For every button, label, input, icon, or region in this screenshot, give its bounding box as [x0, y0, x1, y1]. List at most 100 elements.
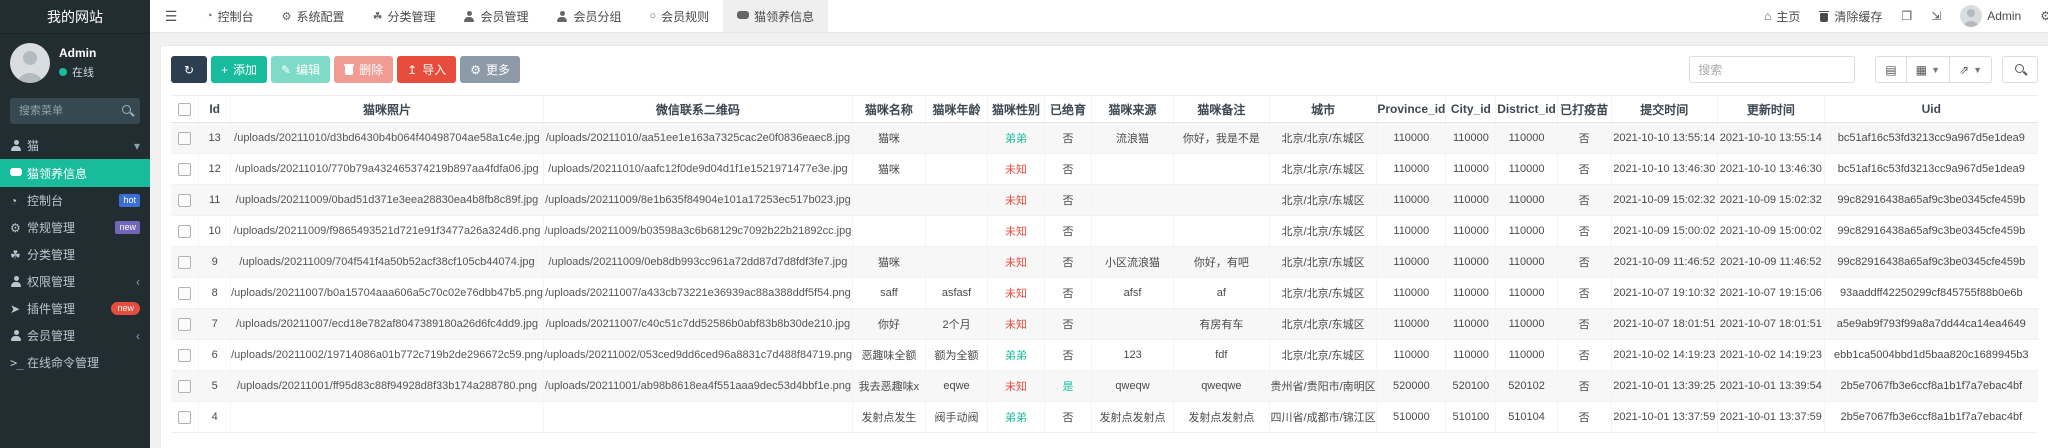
column-header[interactable]: Province_id — [1376, 95, 1446, 123]
comment-icon — [10, 167, 27, 179]
table-row[interactable]: 4 发射点发生 阀手动阀 弟弟否发射点发射点 发射点发射点 四川省/成都市/锦江区 5100… — [171, 401, 2038, 433]
button-label: 编辑 — [296, 63, 321, 77]
users-icon — [10, 140, 27, 151]
home-icon: ⌂ — [1764, 9, 1772, 23]
home-link[interactable]: ⌂ 主页 — [1764, 8, 1800, 25]
cell: 2021-10-10 13:55:14 — [1717, 122, 1825, 154]
column-header[interactable]: 猫咪照片 — [230, 95, 544, 123]
settings-button[interactable]: ⚙ — [2040, 9, 2048, 23]
column-header[interactable]: 猫咪来源 — [1091, 95, 1174, 123]
sidebar-item-label: 在线命令管理 — [27, 356, 100, 370]
user-menu[interactable]: Admin — [1960, 5, 2021, 27]
table-search-input[interactable] — [1689, 56, 1856, 83]
tab-member-rule[interactable]: ○ 会员规则 — [635, 0, 723, 32]
column-header[interactable]: Uid — [1823, 95, 2038, 123]
cell: 110000 — [1495, 122, 1558, 154]
delete-button[interactable]: 删除 — [334, 56, 394, 83]
document-icon: ❐ — [1901, 9, 1913, 23]
cell: 110000 — [1445, 153, 1496, 185]
cell: 5 — [198, 370, 231, 402]
table-row[interactable]: 10/uploads/20211009/f9865493521d721e91f3… — [171, 215, 2038, 247]
sidebar-item-auth[interactable]: 权限管理 ‹ — [0, 268, 150, 295]
add-button[interactable]: + 添加 — [211, 56, 268, 83]
row-checkbox[interactable] — [178, 379, 192, 393]
cell: 110000 — [1495, 184, 1558, 216]
row-checkbox[interactable] — [178, 286, 192, 300]
cell: 未知 — [987, 215, 1045, 247]
table-row[interactable]: 7/uploads/20211007/ecd18e782af8047389180… — [171, 308, 2038, 340]
table-row[interactable]: 11/uploads/20211009/0bad51d371e3eea28830… — [171, 184, 2038, 216]
tab-member-group[interactable]: 会员分组 — [542, 0, 635, 32]
cell: 未知 — [987, 153, 1045, 185]
tab-label: 系统配置 — [296, 9, 345, 24]
cell: 10 — [198, 215, 231, 247]
cell: 未知 — [987, 308, 1045, 340]
column-header[interactable]: 已打疫苗 — [1556, 95, 1612, 123]
export-button[interactable]: ⇗ ▼ — [1950, 56, 1992, 83]
column-header[interactable]: 猫咪备注 — [1172, 95, 1270, 123]
select-all-checkbox[interactable] — [178, 102, 192, 116]
column-header[interactable]: 微信联系二维码 — [542, 95, 853, 123]
more-button[interactable]: ⚙ 更多 — [460, 56, 520, 83]
column-header[interactable]: City_id — [1445, 95, 1496, 123]
upload-icon: ↥ — [407, 62, 418, 77]
sidebar-item-member[interactable]: 会员管理 ‹ — [0, 322, 150, 349]
row-checkbox[interactable] — [178, 317, 192, 331]
sidebar-item-category[interactable]: ☘ 分类管理 — [0, 241, 150, 268]
column-header[interactable]: 已绝育 — [1043, 95, 1092, 123]
tab-system-config[interactable]: ⚙ 系统配置 — [268, 0, 359, 32]
table-row[interactable]: 12/uploads/20211010/770b79a432465374219b… — [171, 153, 2038, 185]
column-header[interactable]: Id — [198, 95, 231, 123]
sidebar-item-cat[interactable]: 猫 ▾ — [0, 132, 150, 159]
table-row[interactable]: 9/uploads/20211009/704f541f4a50b52acf38c… — [171, 246, 2038, 278]
sidebar-item-addon[interactable]: ➤ 插件管理 new — [0, 295, 150, 322]
menu-icon[interactable]: ☰ — [150, 0, 192, 32]
tab-dashboard[interactable]: ◔ 控制台 — [192, 0, 268, 32]
cell: /uploads/20211001/ab98b8618ea4f551aaa9de… — [542, 370, 853, 402]
tab-category[interactable]: ☘ 分类管理 — [359, 0, 450, 32]
row-checkbox[interactable] — [178, 162, 192, 176]
column-header[interactable]: 提交时间 — [1610, 95, 1718, 123]
cell: 额为全额 — [924, 339, 988, 371]
import-button[interactable]: ↥ 导入 — [397, 56, 457, 83]
refresh-button[interactable]: ↻ — [171, 56, 207, 83]
common-search-button[interactable]: ▤ — [1875, 56, 1907, 83]
table-row[interactable]: 6/uploads/20211002/19714086a01b772c719b2… — [171, 339, 2038, 371]
table-row[interactable]: 8/uploads/20211007/b0a15704aaa606a5c70c0… — [171, 277, 2038, 309]
cell: 110000 — [1445, 277, 1496, 309]
cell: 2021-10-07 18:01:51 — [1717, 308, 1825, 340]
column-header[interactable]: 更新时间 — [1717, 95, 1825, 123]
fullscreen-button[interactable]: ⇲ — [1931, 9, 1941, 23]
sidebar-item-general[interactable]: ⚙ 常规管理 new — [0, 214, 150, 241]
menu-search-input[interactable] — [10, 98, 140, 124]
column-header[interactable]: 猫咪名称 — [851, 95, 926, 123]
cell: 2021-10-07 18:01:51 — [1610, 308, 1718, 340]
row-checkbox[interactable] — [178, 255, 192, 269]
cell: 北京/北京/东城区 — [1268, 122, 1377, 154]
column-header[interactable]: 猫咪年龄 — [924, 95, 988, 123]
sidebar-item-command[interactable]: >_ 在线命令管理 — [0, 349, 150, 376]
search-button[interactable] — [2002, 56, 2038, 83]
column-header[interactable]: District_id — [1495, 95, 1558, 123]
cell: 7 — [198, 308, 231, 340]
table-row[interactable]: 13/uploads/20211010/d3bd6430b4b064f40498… — [171, 122, 2038, 154]
row-checkbox[interactable] — [178, 410, 192, 424]
tab-member[interactable]: 会员管理 — [449, 0, 542, 32]
search-icon[interactable] — [122, 105, 133, 116]
row-checkbox[interactable] — [178, 193, 192, 207]
row-checkbox[interactable] — [178, 224, 192, 238]
columns-button[interactable]: ▦ ▼ — [1906, 56, 1951, 83]
row-checkbox[interactable] — [178, 131, 192, 145]
sidebar-item-dashboard[interactable]: ◔ 控制台 hot — [0, 187, 150, 214]
cell: 否 — [1043, 401, 1092, 433]
clear-cache-link[interactable]: 清除缓存 — [1819, 8, 1882, 25]
tab-cat-adoption[interactable]: 猫领养信息 — [723, 0, 829, 32]
column-header[interactable]: 猫咪性别 — [987, 95, 1045, 123]
edit-button[interactable]: ✎ 编辑 — [271, 56, 331, 83]
user-panel: Admin 在线 — [0, 34, 150, 92]
document-button[interactable]: ❐ — [1901, 9, 1912, 23]
table-row[interactable]: 5/uploads/20211001/ff95d83c88f94928d8f33… — [171, 370, 2038, 402]
row-checkbox[interactable] — [178, 348, 192, 362]
column-header[interactable]: 城市 — [1268, 95, 1377, 123]
sidebar-item-cat-adoption[interactable]: 猫领养信息 — [0, 159, 150, 187]
